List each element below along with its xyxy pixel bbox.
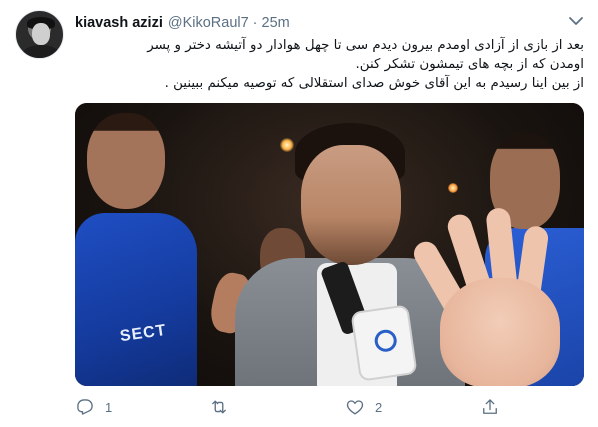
- chevron-down-icon: [569, 17, 583, 25]
- microphone: [350, 304, 418, 382]
- tweet-card[interactable]: kiavash azizi @KikoRaul7 · 25m بعد از با…: [0, 0, 598, 427]
- avatar-face: [32, 23, 50, 45]
- user-handle[interactable]: @KikoRaul7: [168, 15, 249, 31]
- reply-icon: [77, 399, 93, 415]
- tweet-header: kiavash azizi @KikoRaul7 · 25m: [75, 13, 290, 33]
- tweet-actions: 1 2: [75, 396, 584, 418]
- like-button[interactable]: 2: [345, 396, 382, 418]
- share-button[interactable]: [480, 396, 510, 418]
- fan-head: [301, 145, 401, 265]
- retweet-icon: [212, 400, 226, 414]
- avatar[interactable]: [15, 10, 64, 59]
- waving-hand: [409, 206, 570, 386]
- fan-left: SECT: [75, 103, 205, 386]
- tweet-text-line: اومدن که از بچه های تیمشون تشکر کنن.: [355, 57, 584, 72]
- microphone-logo: [373, 328, 399, 354]
- palm: [440, 278, 560, 386]
- share-icon: [483, 399, 497, 414]
- tweet-text-line: بعد از بازی از آزادی اومدم بیرون دیدم سی…: [147, 38, 584, 53]
- like-count: 2: [375, 399, 383, 415]
- display-name[interactable]: kiavash azizi: [75, 15, 163, 31]
- tweet-text: بعد از بازی از آزادی اومدم بیرون دیدم سی…: [100, 36, 584, 93]
- timestamp[interactable]: 25m: [262, 15, 290, 31]
- reply-button[interactable]: 1: [75, 396, 112, 418]
- separator-dot: ·: [252, 15, 258, 31]
- fan-left-jersey: [75, 213, 197, 386]
- tweet-media-video[interactable]: SECT HC: [75, 103, 584, 386]
- video-frame: SECT HC: [75, 103, 584, 386]
- heart-icon: [346, 400, 364, 415]
- tweet-text-line: از بین اینا رسیدم به این آقای خوش صدای ا…: [164, 76, 584, 91]
- avatar-body: [22, 45, 60, 58]
- more-options-chevron-icon[interactable]: [567, 13, 585, 29]
- fan-left-head: [87, 113, 165, 209]
- retweet-button[interactable]: [208, 396, 240, 418]
- reply-count: 1: [105, 399, 113, 415]
